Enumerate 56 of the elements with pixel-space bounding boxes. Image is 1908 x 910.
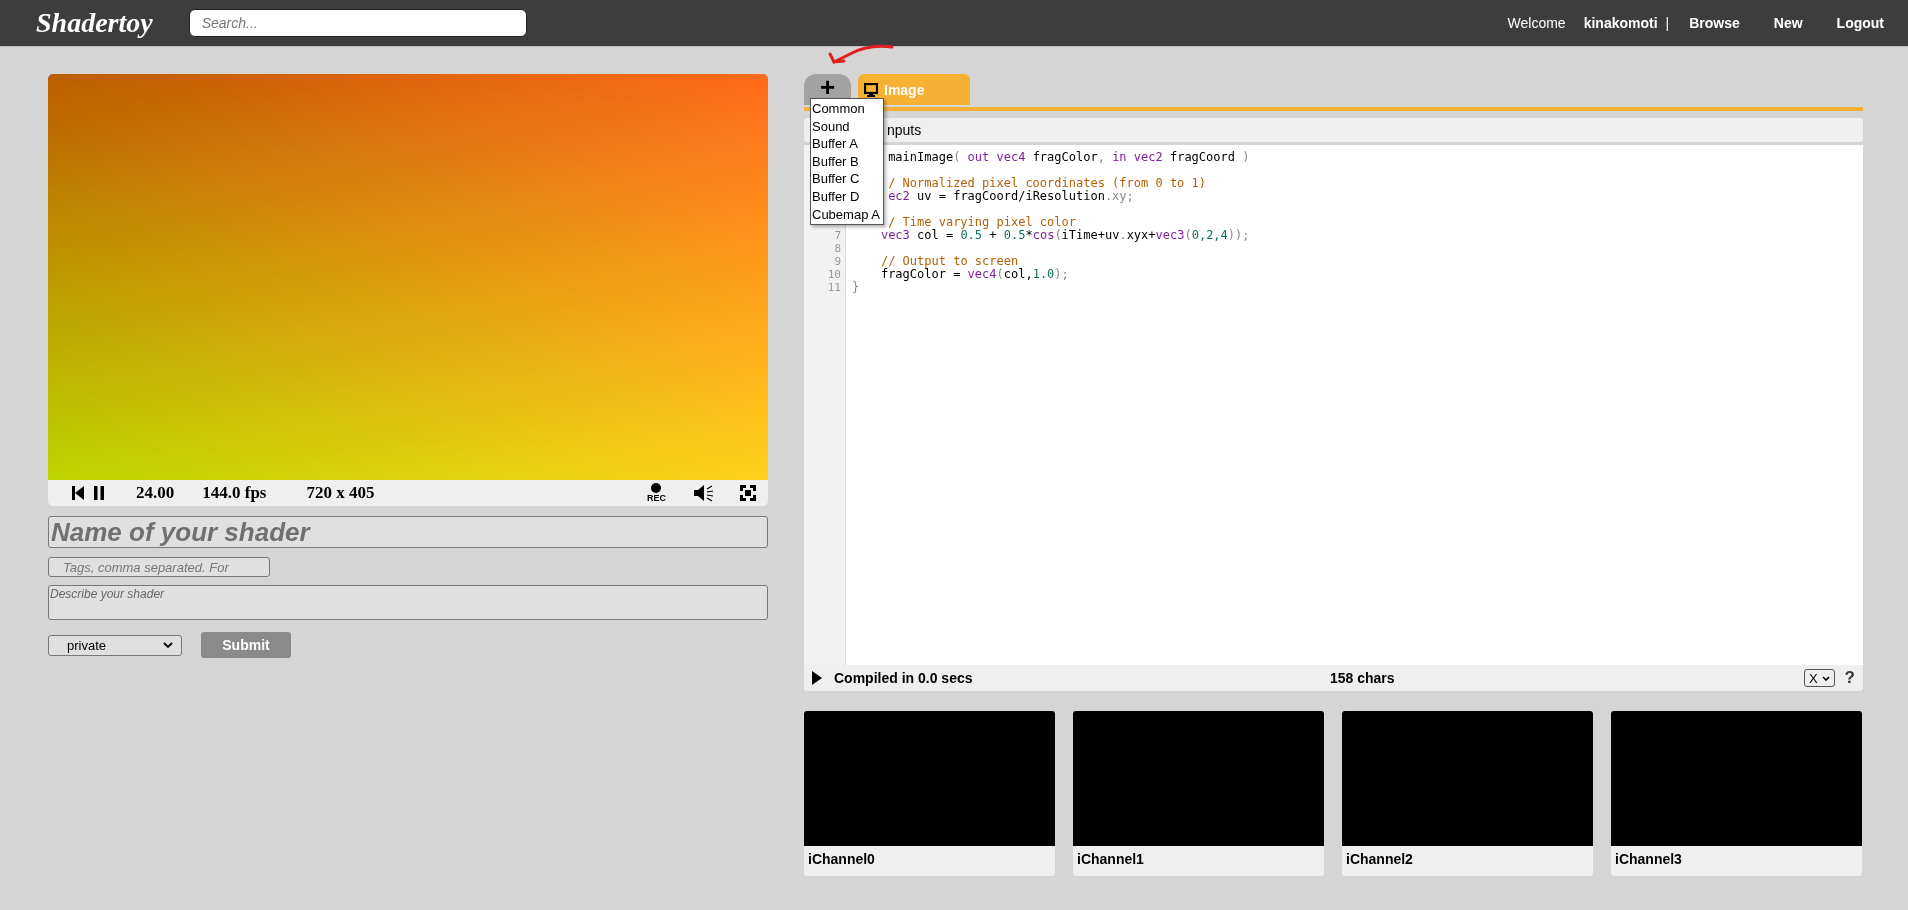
line-number: 8: [834, 242, 841, 255]
site-logo[interactable]: Shadertoy: [36, 7, 153, 39]
shader-name-field[interactable]: Name of your shader: [48, 516, 768, 548]
record-dot-icon: [651, 483, 662, 493]
channel-slot[interactable]: iChannel2: [1342, 711, 1593, 876]
description-field[interactable]: Describe your shader: [48, 585, 768, 620]
char-count: 158 chars: [1330, 670, 1396, 686]
pause-icon[interactable]: [94, 486, 104, 500]
line-number: 11: [827, 281, 841, 294]
menu-item[interactable]: Buffer B: [812, 152, 882, 171]
play-icon[interactable]: [812, 671, 822, 685]
record-button[interactable]: REC: [647, 483, 666, 503]
rewind-icon[interactable]: [72, 486, 84, 500]
nav-link[interactable]: Logout: [1836, 15, 1884, 31]
menu-item[interactable]: Buffer C: [812, 170, 882, 188]
code-line: vec3 col = 0.5 + 0.5*cos(iTime+uv.xyx+vec3(0,2,4));: [880, 228, 1250, 242]
code-line: mainImage( out vec4 fragColor, in vec2 fragCoord ): [888, 150, 1250, 164]
fps-readout: 144.0 fps: [202, 483, 267, 503]
search-field[interactable]: Search...: [188, 9, 527, 37]
time-readout: 24.00: [136, 483, 175, 503]
resolution-readout: 720 x 405: [306, 483, 375, 503]
line-number: 10: [827, 268, 841, 281]
channel-label: iChannel3: [1614, 850, 1683, 869]
code-line: }: [852, 280, 860, 294]
code-line: ec2 uv = fragCoord/iResolution.xy;: [888, 189, 1134, 203]
username-link[interactable]: kinakomoti: [1583, 15, 1658, 31]
channel-label: iChannel2: [1345, 850, 1414, 869]
menu-item[interactable]: Sound: [812, 117, 882, 136]
visibility-select[interactable]: private: [48, 634, 182, 656]
fullscreen-icon[interactable]: [740, 485, 756, 501]
channel-slot[interactable]: iChannel1: [1073, 711, 1324, 876]
speaker-icon[interactable]: [694, 484, 714, 502]
monitor-icon: [864, 82, 878, 97]
menu-item[interactable]: Buffer D: [812, 187, 882, 206]
channel-label: iChannel1: [1076, 850, 1145, 869]
chevron-down-icon: [163, 642, 173, 648]
inputs-label: nputs: [887, 122, 922, 138]
line-number: 9: [834, 255, 841, 268]
separator-text: |: [1665, 15, 1670, 31]
code-line: // Output to screen: [880, 254, 1019, 268]
code-line: / Time varying pixel color: [888, 215, 1076, 229]
font-size-select[interactable]: X: [1803, 669, 1835, 687]
channel-label: iChannel0: [807, 850, 876, 869]
channel-slot[interactable]: iChannel3: [1611, 711, 1862, 876]
line-number: 7: [834, 229, 841, 242]
menu-item[interactable]: Cubemap A: [812, 205, 882, 224]
chevron-down-icon: [1821, 675, 1830, 681]
compile-status: Compiled in 0.0 secs: [834, 670, 974, 686]
tags-field[interactable]: Tags, comma separated. For: [48, 557, 270, 577]
nav-link[interactable]: Browse: [1689, 15, 1740, 31]
nav-link[interactable]: New: [1773, 15, 1803, 31]
code-line: / Normalized pixel coordinates (from 0 to 1): [888, 176, 1206, 190]
channel-slot[interactable]: iChannel0: [804, 711, 1055, 876]
help-button[interactable]: ?: [1844, 668, 1855, 688]
welcome-text: Welcome: [1507, 15, 1566, 31]
code-line: fragColor = vec4(col,1.0);: [880, 267, 1069, 281]
